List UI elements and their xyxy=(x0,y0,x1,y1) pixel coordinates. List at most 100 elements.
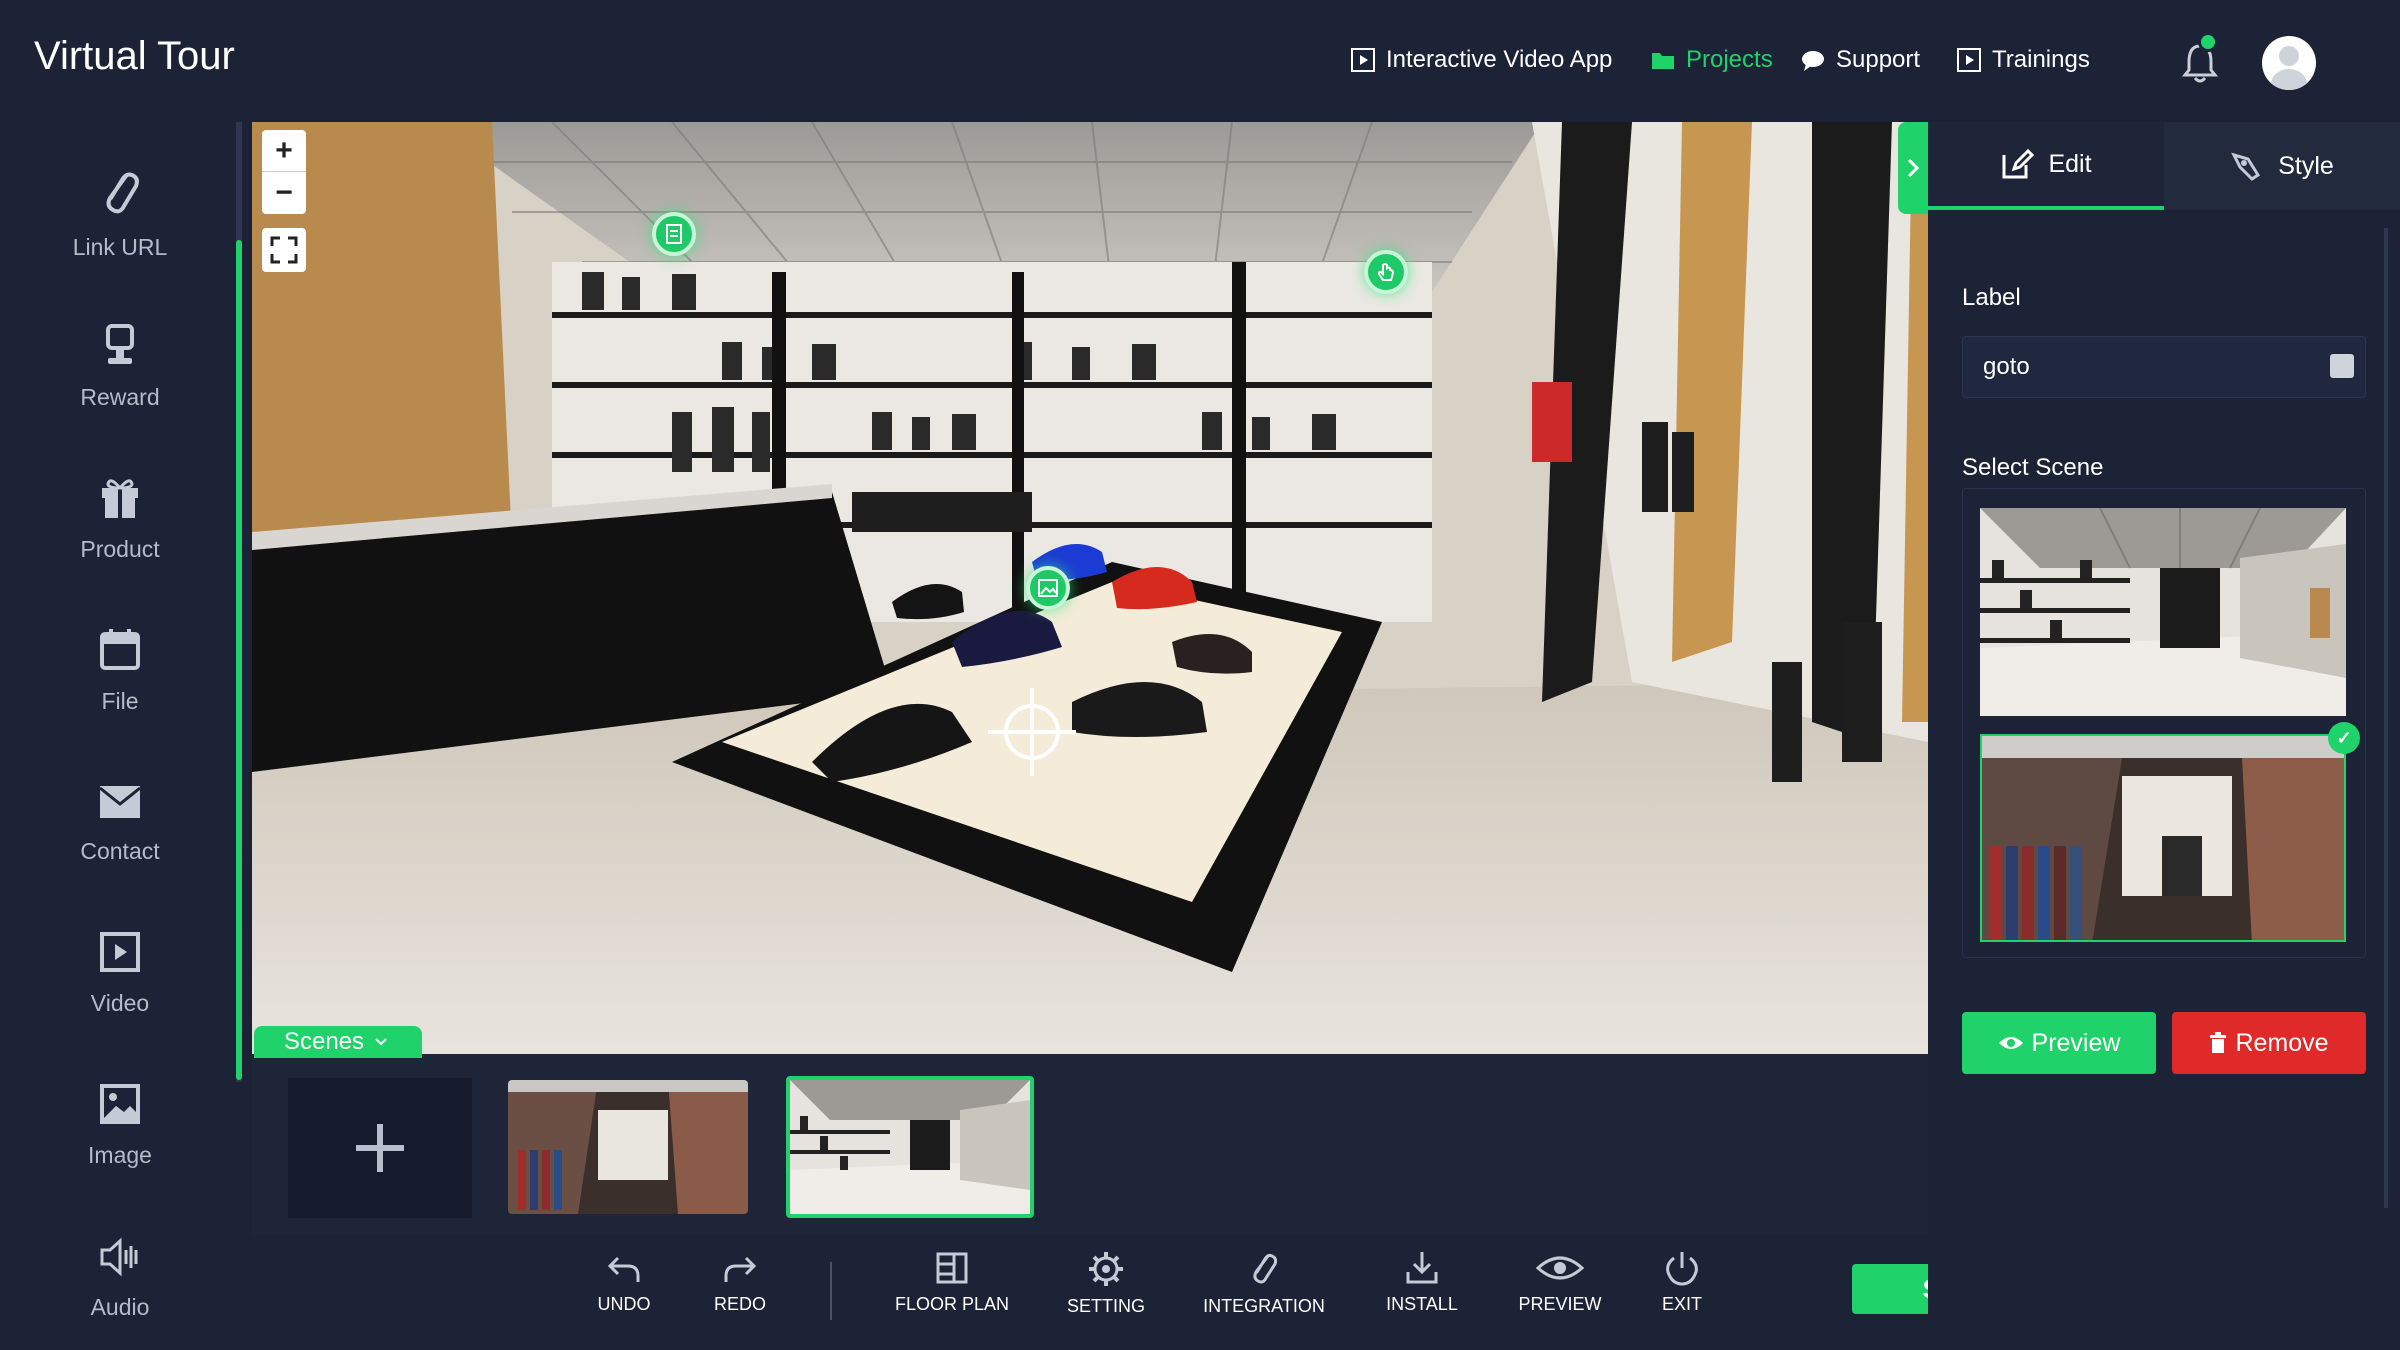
undo-icon xyxy=(607,1256,640,1282)
paperclip-icon xyxy=(106,172,139,214)
store-panorama-image xyxy=(252,122,1928,1054)
selected-check-icon: ✓ xyxy=(2328,722,2360,754)
image-hotspot-icon[interactable] xyxy=(1026,566,1070,610)
document-hotspot-icon[interactable] xyxy=(652,212,696,256)
remove-button-label: Remove xyxy=(2235,1028,2329,1057)
setting-button[interactable]: SETTING xyxy=(1056,1250,1156,1317)
clothing-store-thumbnail xyxy=(1982,736,2344,940)
nav-label: Support xyxy=(1836,46,1921,73)
label-field-title: Label xyxy=(1962,284,2021,311)
nav-label: Trainings xyxy=(1992,46,2090,73)
image-icon xyxy=(100,1084,140,1124)
zoom-in-button[interactable]: + xyxy=(262,130,306,172)
envelope-icon xyxy=(99,786,141,818)
remove-button[interactable]: Remove xyxy=(2172,1012,2366,1074)
sidebar-item-video[interactable]: Video xyxy=(0,930,240,1017)
fullscreen-button[interactable] xyxy=(262,228,306,272)
scene-thumbnail-selected[interactable] xyxy=(786,1076,1034,1218)
play-square-icon xyxy=(1351,48,1375,72)
document-icon xyxy=(666,224,682,244)
floor-plan-button[interactable]: FLOOR PLAN xyxy=(892,1250,1012,1315)
hand-pointer-hotspot-icon[interactable] xyxy=(1364,250,1408,294)
chevron-right-icon xyxy=(1907,158,1920,178)
scene-option[interactable] xyxy=(1980,508,2346,716)
sidebar-item-label: Product xyxy=(80,536,160,562)
sidebar-item-label: Contact xyxy=(80,838,160,864)
brush-icon xyxy=(2231,152,2261,181)
panorama-viewer[interactable] xyxy=(252,122,1928,1054)
install-button[interactable]: INSTALL xyxy=(1372,1250,1472,1315)
floor-plan-icon xyxy=(936,1252,968,1284)
folder-icon xyxy=(1652,53,1674,69)
exit-button[interactable]: EXIT xyxy=(1642,1250,1722,1315)
tab-edit[interactable]: Edit xyxy=(1928,122,2164,210)
redo-icon xyxy=(724,1256,757,1282)
tool-label: SETTING xyxy=(1066,1296,1145,1316)
preview-tool-button[interactable]: PREVIEW xyxy=(1510,1250,1610,1315)
panel-scrollbar[interactable] xyxy=(2384,228,2388,1208)
sidebar-item-file[interactable]: File xyxy=(0,626,240,715)
integration-button[interactable]: INTEGRATION xyxy=(1198,1250,1330,1317)
nav-label: Projects xyxy=(1686,46,1773,73)
chevron-down-icon xyxy=(375,1038,387,1046)
hand-pointer-icon xyxy=(1377,263,1395,281)
scenes-dropdown[interactable]: Scenes xyxy=(254,1026,422,1058)
sidebar-item-label: Reward xyxy=(80,384,160,410)
nav-interactive-video-app[interactable]: Interactive Video App xyxy=(1350,46,1612,74)
gift-icon xyxy=(102,479,138,518)
scene-thumbnail[interactable] xyxy=(508,1080,748,1214)
sidebar-item-product[interactable]: Product xyxy=(0,474,240,563)
edit-icon xyxy=(2002,148,2035,179)
tool-label: INSTALL xyxy=(1386,1294,1458,1314)
power-icon xyxy=(1666,1252,1698,1286)
tool-label: FLOOR PLAN xyxy=(894,1294,1010,1314)
nav-label: Interactive Video App xyxy=(1386,46,1613,73)
sidebar-item-contact[interactable]: Contact xyxy=(0,780,240,865)
scenes-strip xyxy=(252,1054,1928,1234)
sidebar-item-label: Video xyxy=(90,990,150,1016)
plus-icon xyxy=(356,1124,404,1172)
tool-label: EXIT xyxy=(1661,1294,1702,1314)
user-avatar-icon[interactable] xyxy=(2262,36,2316,90)
tool-label: REDO xyxy=(713,1294,766,1314)
trophy-icon xyxy=(106,324,134,364)
label-input[interactable] xyxy=(1962,336,2366,398)
preview-button[interactable]: Preview xyxy=(1962,1012,2156,1074)
undo-button[interactable]: UNDO xyxy=(584,1250,664,1315)
shoe-store-thumbnail xyxy=(1980,508,2346,716)
clothing-store-thumbnail xyxy=(508,1080,748,1214)
tool-label: UNDO xyxy=(597,1294,651,1314)
sidebar-item-link-url[interactable]: Link URL xyxy=(0,168,240,261)
add-scene-button[interactable] xyxy=(288,1078,472,1218)
tool-label: INTEGRATION xyxy=(1203,1296,1325,1316)
scene-option-selected[interactable] xyxy=(1980,734,2346,942)
preview-button-label: Preview xyxy=(2031,1028,2121,1057)
sidebar-item-image[interactable]: Image xyxy=(0,1082,240,1169)
panel-collapse-toggle[interactable] xyxy=(1898,122,1928,214)
shoe-store-thumbnail xyxy=(790,1080,1030,1214)
paperclip-icon xyxy=(1253,1253,1278,1284)
scenes-tab-label: Scenes xyxy=(284,1028,365,1055)
nav-trainings[interactable]: Trainings xyxy=(1956,46,2090,74)
sidebar-item-label: File xyxy=(101,688,139,714)
text-format-icon[interactable] xyxy=(2330,354,2354,378)
redo-button[interactable]: REDO xyxy=(700,1250,780,1315)
zoom-out-button[interactable]: − xyxy=(262,172,306,214)
fullscreen-icon xyxy=(270,236,298,264)
sidebar-item-label: Link URL xyxy=(72,234,168,260)
gear-icon xyxy=(1089,1252,1123,1286)
tab-style[interactable]: Style xyxy=(2164,122,2400,210)
sidebar-item-label: Image xyxy=(88,1142,152,1168)
download-icon xyxy=(1406,1252,1438,1284)
nav-support[interactable]: Support xyxy=(1800,46,1920,74)
play-square-icon xyxy=(100,932,140,972)
play-square-icon xyxy=(1957,48,1981,72)
sidebar-item-reward[interactable]: Reward xyxy=(0,322,240,411)
app-title: Virtual Tour xyxy=(34,34,235,78)
image-icon xyxy=(1038,579,1058,597)
sidebar-item-audio[interactable]: Audio xyxy=(0,1234,240,1321)
eye-icon xyxy=(1536,1256,1584,1280)
select-scene-title: Select Scene xyxy=(1962,454,2104,481)
calendar-icon xyxy=(100,629,140,670)
nav-projects[interactable]: Projects xyxy=(1650,46,1773,74)
